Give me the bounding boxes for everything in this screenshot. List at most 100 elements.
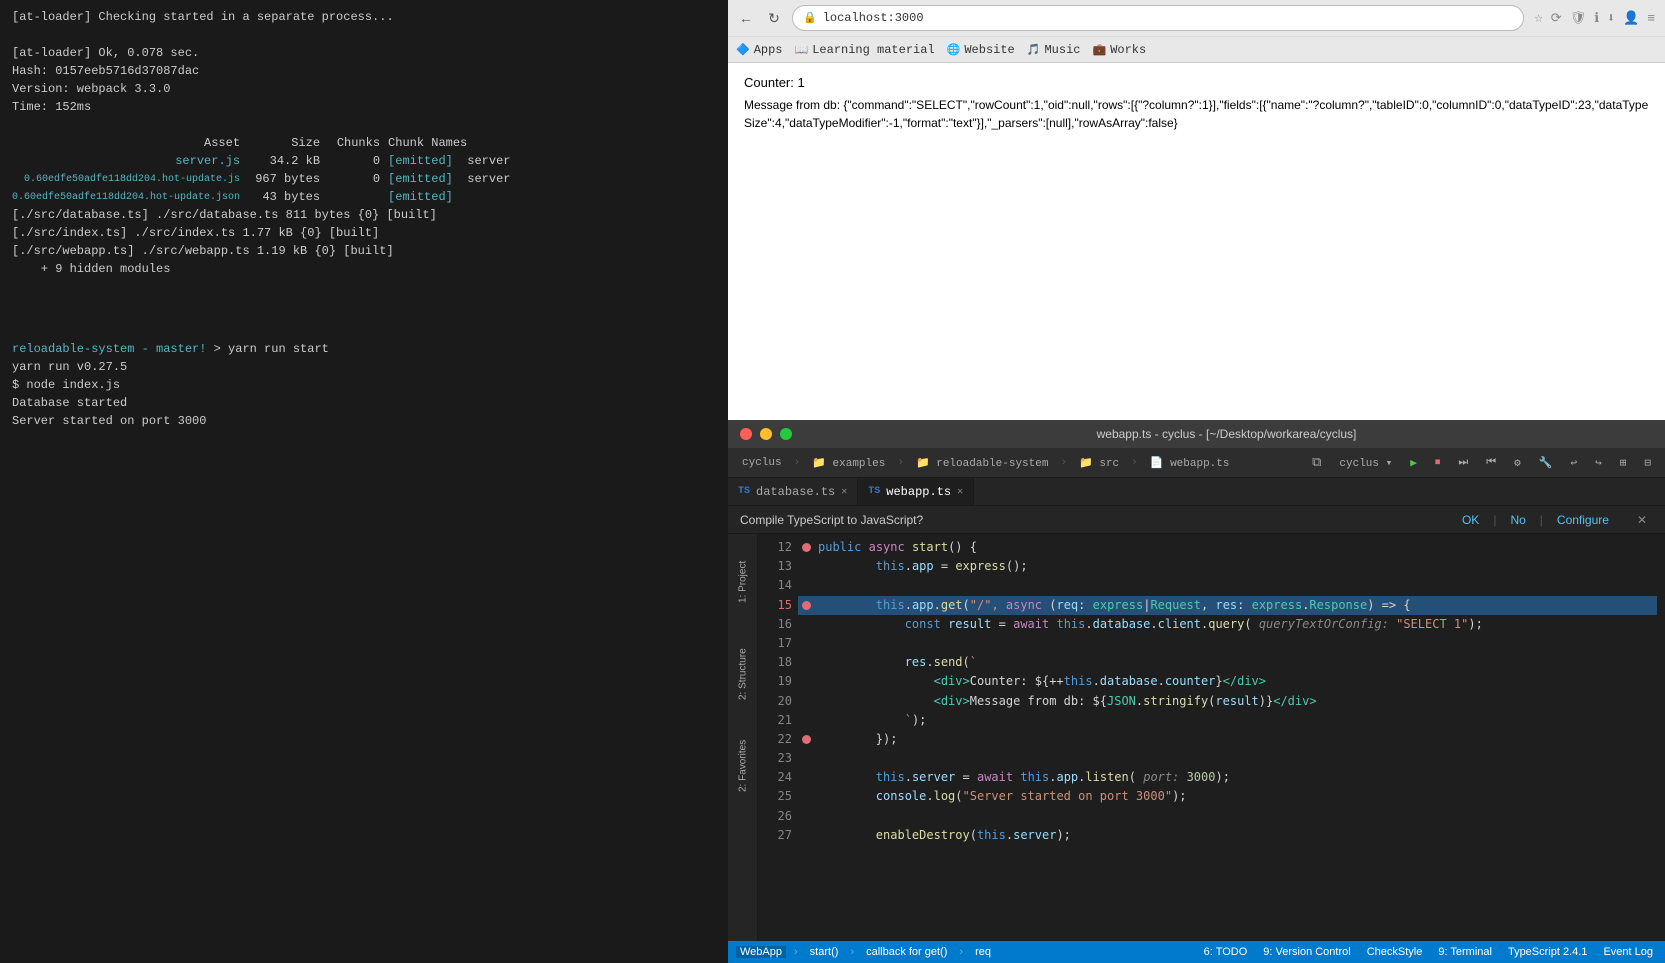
bookmark-music[interactable]: 🎵 Music [1027,43,1081,57]
shield-icon[interactable]: 🛡 [1568,9,1589,28]
notification-no-button[interactable]: No [1504,511,1531,529]
close-database-tab[interactable]: ✕ [841,486,847,498]
sidebar-structure-label[interactable]: 2: Structure [733,634,753,714]
terminal-line: [at-loader] Ok, 0.078 sec. [12,44,716,62]
code-line-14 [798,576,1657,595]
terminal-line: Time: 152ms [12,98,716,116]
line-num-22: 22 [758,730,792,749]
status-terminal[interactable]: 9: Terminal [1434,946,1496,958]
nav-settings-icon[interactable]: ⚙ [1508,454,1527,472]
notification-configure-button[interactable]: Configure [1551,511,1615,529]
download-icon[interactable]: ⬇ [1605,9,1617,28]
right-panel: ← ↻ 🔒 localhost:3000 ☆ ⟳ 🛡 ℹ ⬇ 👤 ≡ [728,0,1665,963]
line-num-25: 25 [758,787,792,806]
browser-url-bar[interactable]: 🔒 localhost:3000 [792,5,1524,31]
status-typescript[interactable]: TypeScript 2.4.1 [1504,946,1592,958]
refresh-icon[interactable]: ⟳ [1549,9,1564,28]
status-webapp[interactable]: WebApp [736,946,786,958]
browser-content: Counter: 1 Message from db: {"command":"… [728,63,1665,420]
nav-webapp-ts[interactable]: 📄 webapp.ts [1144,454,1236,472]
terminal-line: + 9 hidden modules [12,260,716,278]
browser-chrome: ← ↻ 🔒 localhost:3000 ☆ ⟳ 🛡 ℹ ⬇ 👤 ≡ [728,0,1665,63]
terminal-line [12,116,716,134]
nav-src[interactable]: 📁 src [1073,454,1125,472]
bookmark-apps[interactable]: 🔷 Apps [736,43,783,57]
nav-redo-icon[interactable]: ↪ [1589,454,1608,472]
ide-file-tabs: TS database.ts ✕ TS webapp.ts ✕ [728,478,1665,506]
terminal-line [12,296,716,314]
typescript-icon: TS [738,486,750,497]
close-webapp-tab[interactable]: ✕ [957,486,963,498]
nav-minimize-icon[interactable]: ⊟ [1638,454,1657,472]
nav-examples[interactable]: 📁 examples [806,454,891,472]
bookmark-website[interactable]: 🌐 Website [947,43,1015,57]
browser-window: ← ↻ 🔒 localhost:3000 ☆ ⟳ 🛡 ℹ ⬇ 👤 ≡ [728,0,1665,420]
notification-ok-button[interactable]: OK [1456,511,1485,529]
traffic-light-yellow[interactable] [760,428,772,440]
line-num-20: 20 [758,692,792,711]
ide-titlebar: webapp.ts - cyclus - [~/Desktop/workarea… [728,420,1665,448]
terminal-line: [./src/database.ts] ./src/database.ts 81… [12,206,716,224]
status-todo[interactable]: 6: TODO [1200,946,1252,958]
ide-window: webapp.ts - cyclus - [~/Desktop/workarea… [728,420,1665,963]
nav-undo-icon[interactable]: ↩ [1565,454,1584,472]
browser-reload-button[interactable]: ↻ [764,8,784,28]
sidebar-project-label[interactable]: 1: Project [733,542,753,622]
traffic-light-green[interactable] [780,428,792,440]
line-num-26: 26 [758,807,792,826]
terminal-line: [./src/index.ts] ./src/index.ts 1.77 kB … [12,224,716,242]
line-numbers: 12 13 14 15 16 17 18 19 20 21 22 23 24 2… [758,534,798,941]
bookmark-star-icon[interactable]: ☆ [1532,8,1544,29]
nav-run-button[interactable]: ▶ [1404,454,1423,472]
nav-build-icon[interactable]: 🔧 [1533,454,1559,472]
notification-text: Compile TypeScript to JavaScript? [740,513,1448,527]
nav-cyclus-dropdown[interactable]: cyclus ▾ [1333,454,1398,472]
ide-nav-bar: cyclus › 📁 examples › 📁 reloadable-syste… [728,448,1665,478]
sidebar-favorites-label[interactable]: 2: Favorites [733,726,753,806]
status-typescript-label: TypeScript 2.4.1 [1508,946,1588,958]
status-checkstyle[interactable]: CheckStyle [1363,946,1427,958]
code-line-20: <div>Message from db: ${JSON.stringify(r… [798,692,1657,711]
status-eventlog[interactable]: Event Log [1599,946,1657,958]
bookmark-music-label: Music [1044,43,1080,57]
nav-run-split[interactable]: ⧉ [1306,453,1327,472]
status-version-control[interactable]: 9: Version Control [1259,946,1354,958]
nav-step-into[interactable]: ⏮ [1480,455,1502,471]
status-callback[interactable]: callback for get() [862,946,951,958]
nav-reloadable-system[interactable]: 📁 reloadable-system [910,454,1055,472]
nav-maximize-icon[interactable]: ⊞ [1614,454,1633,472]
traffic-light-red[interactable] [740,428,752,440]
code-line-19: <div>Counter: ${++this.database.counter}… [798,672,1657,691]
file-tab-webapp[interactable]: TS webapp.ts ✕ [858,478,974,505]
ide-scrollbar[interactable] [1657,534,1665,941]
nav-cyclus[interactable]: cyclus [736,455,788,471]
code-line-24: this.server = await this.app.listen( por… [798,768,1657,787]
terminal-line: $ node index.js [12,376,716,394]
file-tab-database[interactable]: TS database.ts ✕ [728,478,858,505]
bookmarks-bar: 🔷 Apps 📖 Learning material 🌐 Website 🎵 M… [728,36,1665,62]
browser-counter: Counter: 1 [744,75,1649,90]
code-line-21: `); [798,711,1657,730]
nav-step-over[interactable]: ⏭ [1452,455,1474,471]
code-line-27: enableDestroy(this.server); [798,826,1657,845]
status-vc-label: 9: Version Control [1263,946,1350,958]
terminal-line [12,26,716,44]
music-bookmark-icon: 🎵 [1027,43,1041,57]
bookmark-works[interactable]: 💼 Works [1092,43,1146,57]
code-line-15: this.app.get("/", async (req: express|Re… [798,596,1657,615]
notification-close-button[interactable]: ✕ [1631,511,1653,529]
info-icon[interactable]: ℹ [1592,9,1601,28]
more-icon[interactable]: ≡ [1645,9,1657,28]
code-line-16: const result = await this.database.clien… [798,615,1657,634]
status-start[interactable]: start() [806,946,843,958]
terminal-table: Asset Size Chunks Chunk Names server.js … [12,134,716,206]
browser-message: Message from db: {"command":"SELECT","ro… [744,96,1649,132]
bookmark-website-label: Website [964,43,1014,57]
person-icon[interactable]: 👤 [1621,9,1641,28]
code-line-22: }); [798,730,1657,749]
status-req[interactable]: req [971,946,995,958]
bookmark-learning[interactable]: 📖 Learning material [795,43,935,57]
browser-back-button[interactable]: ← [736,8,756,28]
nav-stop-button[interactable]: ⏹ [1429,455,1447,471]
code-content[interactable]: public async start() { this.app = expres… [798,534,1657,941]
